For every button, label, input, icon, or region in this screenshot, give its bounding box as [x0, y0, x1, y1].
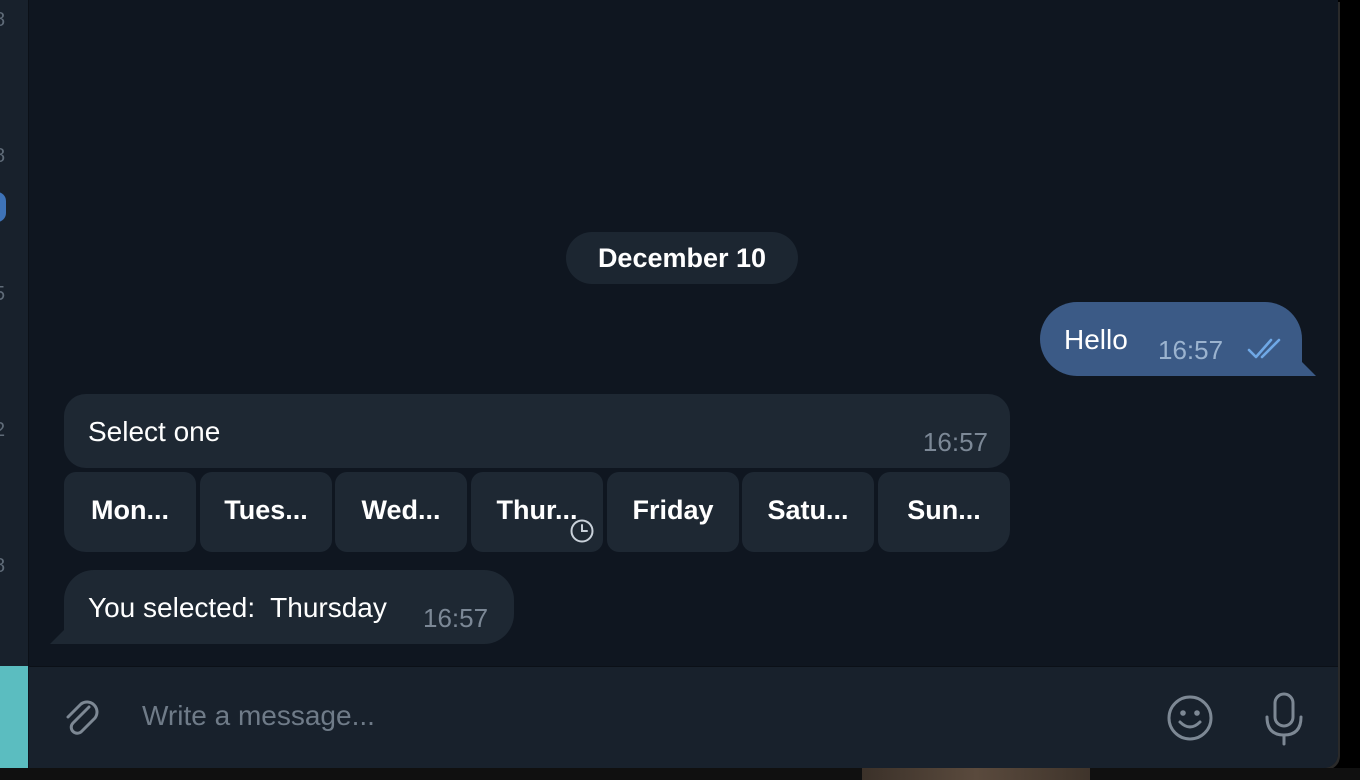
chat-history[interactable]: December 10 Hello 16:57 Select one 16:57… — [29, 0, 1338, 666]
inline-button-thursday[interactable]: Thur... — [471, 472, 603, 552]
clock-icon — [570, 519, 594, 543]
message-text: Select one — [88, 416, 221, 447]
message-composer — [29, 666, 1338, 768]
message-text: You selected: Thursday — [88, 592, 387, 623]
incoming-message[interactable]: Select one 16:57 — [64, 394, 1010, 468]
message-text: Hello — [1064, 324, 1128, 355]
rail-mark: 8 — [0, 556, 5, 576]
incoming-message[interactable]: You selected: Thursday 16:57 — [50, 570, 514, 644]
desktop-photo — [862, 768, 1090, 780]
microphone-icon[interactable] — [1261, 691, 1307, 747]
bubble-tail — [50, 624, 70, 644]
rail-accent — [0, 666, 28, 768]
inline-button-label: Thur... — [496, 495, 578, 525]
inline-button-tuesday[interactable]: Tues... — [200, 472, 332, 552]
inline-button-wednesday[interactable]: Wed... — [335, 472, 467, 552]
message-time: 16:57 — [1158, 335, 1224, 365]
inline-keyboard: Mon... Tues... Wed... Thur... Friday Sat… — [64, 472, 1010, 552]
message-time: 16:57 — [423, 603, 489, 633]
telegram-window: 8 8 5 2 8 December 10 Hello 16:57 Select… — [0, 0, 1338, 768]
outgoing-message[interactable]: Hello 16:57 — [1040, 302, 1316, 376]
bubble-tail — [1296, 356, 1316, 376]
paperclip-icon[interactable] — [59, 695, 105, 741]
desktop-background — [0, 768, 1360, 780]
rail-mark: 2 — [0, 420, 5, 440]
read-double-check-icon — [1247, 338, 1281, 359]
inline-button-saturday[interactable]: Satu... — [742, 472, 874, 552]
chat-list-rail: 8 8 5 2 8 — [0, 0, 29, 666]
message-time: 16:57 — [922, 427, 988, 457]
rail-mark: 8 — [0, 146, 5, 166]
inline-button-sunday[interactable]: Sun... — [878, 472, 1010, 552]
unread-badge[interactable] — [0, 192, 6, 222]
rail-mark: 8 — [0, 10, 5, 30]
rail-mark: 5 — [0, 284, 5, 304]
date-separator: December 10 — [566, 232, 798, 284]
emoji-icon[interactable] — [1165, 693, 1215, 743]
inline-button-monday[interactable]: Mon... — [64, 472, 196, 552]
inline-button-friday[interactable]: Friday — [607, 472, 739, 552]
message-input[interactable] — [140, 687, 1144, 745]
